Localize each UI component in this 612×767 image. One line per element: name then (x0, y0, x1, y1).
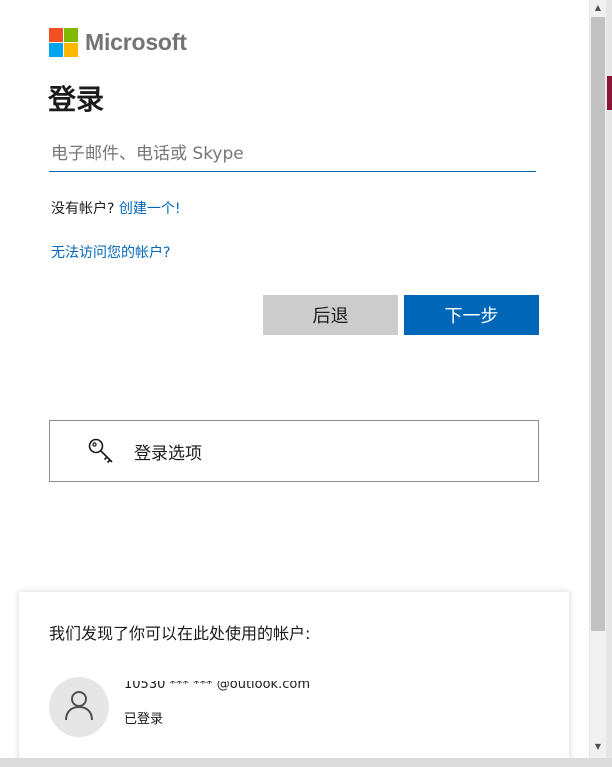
scrollbar-thumb[interactable] (591, 17, 605, 631)
no-account-text: 没有帐户? (51, 201, 115, 217)
accounts-found-heading: 我们发现了你可以在此处使用的帐户: (49, 624, 311, 643)
avatar (49, 677, 109, 737)
microsoft-logo-text: Microsoft (85, 28, 187, 55)
account-status: 已登录 (124, 712, 164, 727)
account-name: 10530 *** *** @outlook.com (124, 681, 310, 692)
microsoft-logo-icon (49, 27, 78, 57)
back-button[interactable]: 后退 (263, 295, 398, 335)
next-button[interactable]: 下一步 (404, 295, 539, 335)
account-tile[interactable]: 10530 *** *** @outlook.com 已登录 (49, 677, 529, 737)
no-account-line: 没有帐户? 创建一个! (51, 198, 181, 218)
user-icon (64, 689, 94, 725)
cant-access-account-link[interactable]: 无法访问您的帐户? (51, 242, 170, 262)
sign-in-options-label: 登录选项 (134, 443, 202, 464)
page-title: 登录 (48, 83, 105, 116)
sign-in-page: Microsoft 登录 没有帐户? 创建一个! 无法访问您的帐户? 后退 下一… (0, 0, 589, 767)
microsoft-logo: Microsoft (49, 27, 187, 57)
accounts-found-card: 我们发现了你可以在此处使用的帐户: 10530 *** *** @outlook… (19, 592, 569, 767)
sign-in-options-button[interactable]: 登录选项 (49, 420, 539, 482)
email-phone-skype-input[interactable] (49, 136, 536, 172)
scroll-down-arrow-icon[interactable]: ▼ (590, 739, 606, 755)
create-account-link[interactable]: 创建一个! (119, 201, 181, 217)
scroll-up-arrow-icon[interactable]: ▲ (590, 0, 606, 16)
background-edge-accent (607, 76, 612, 110)
key-icon (86, 436, 116, 466)
window-bottom-edge (0, 758, 612, 767)
